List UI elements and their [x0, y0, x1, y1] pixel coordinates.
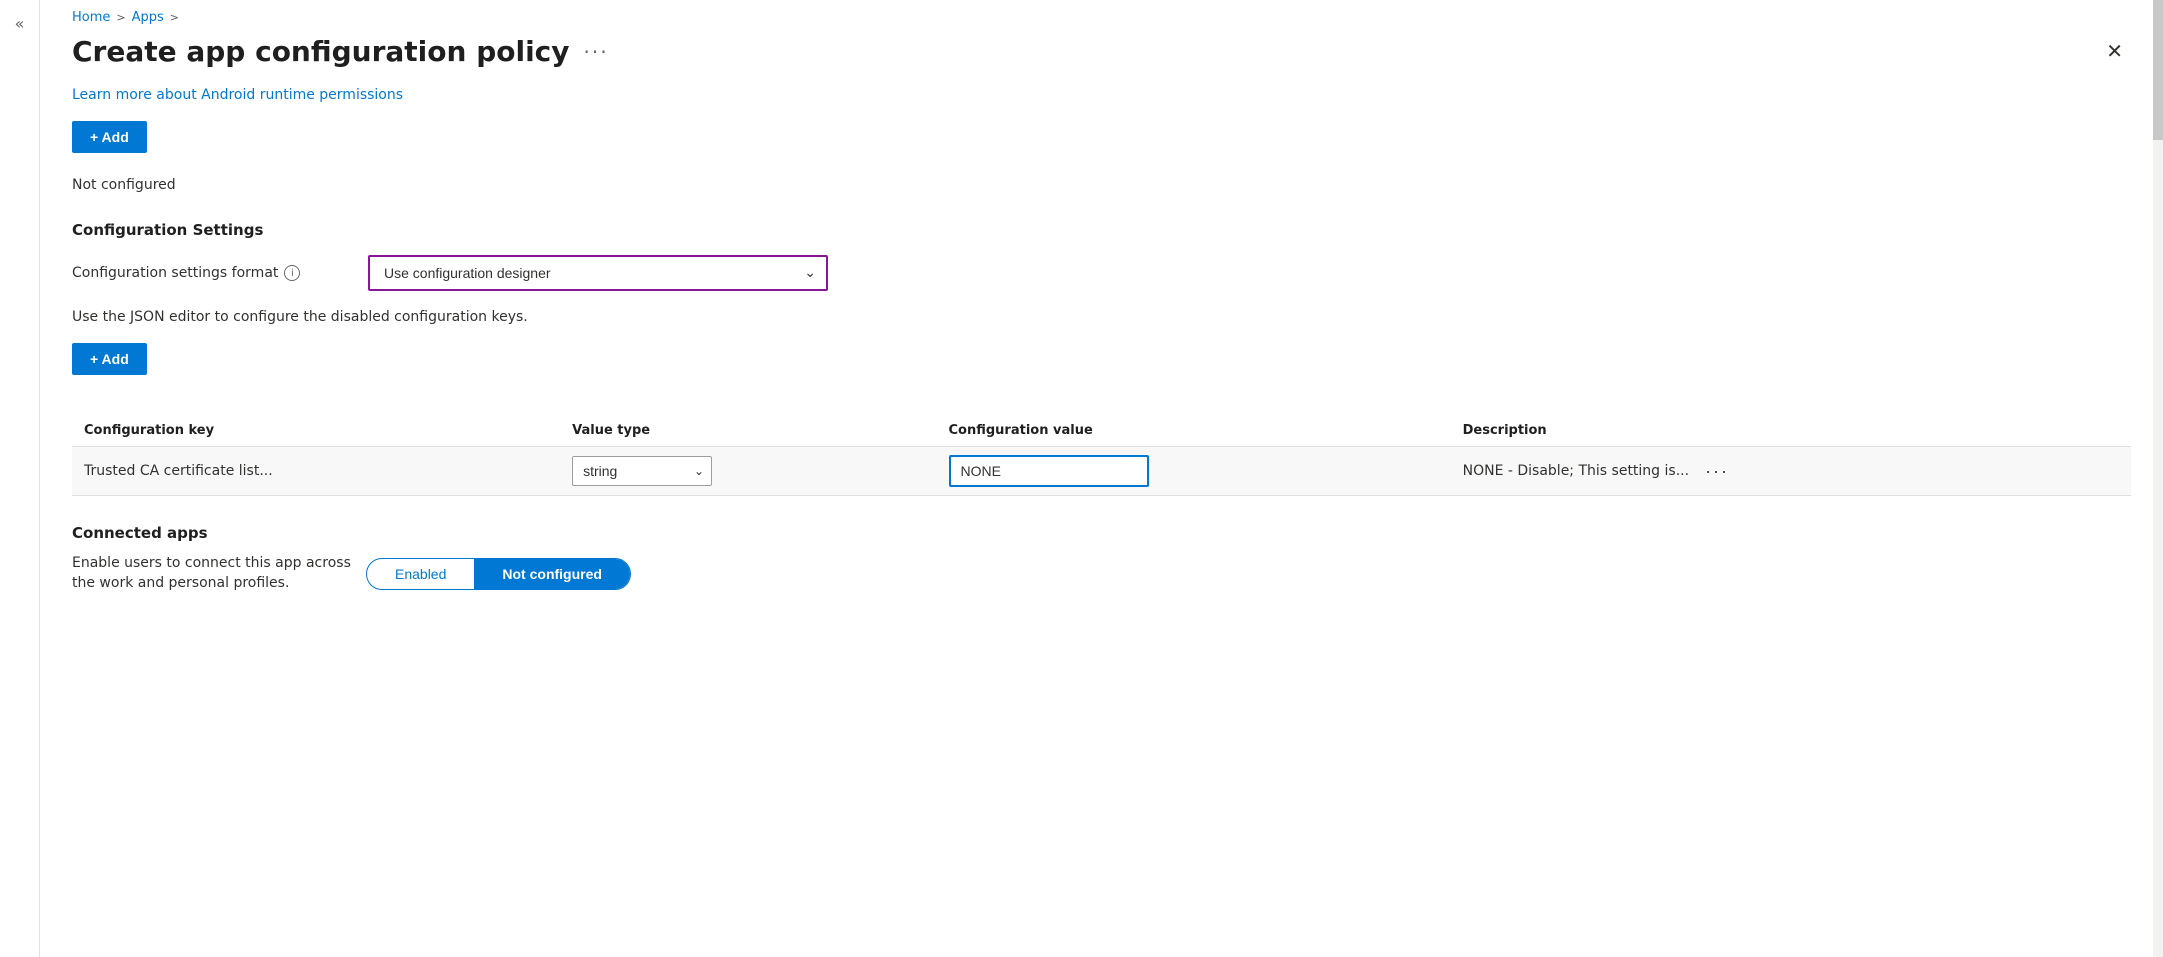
enable-connect-row: Enable users to connect this app across …: [72, 554, 2131, 593]
breadcrumb-apps[interactable]: Apps: [132, 10, 164, 25]
table-header-row: Configuration key Value type Configurati…: [72, 415, 2131, 447]
config-value-input[interactable]: [949, 455, 1149, 487]
add-button-1[interactable]: + Add: [72, 121, 147, 153]
configuration-table: Configuration key Value type Configurati…: [72, 415, 2131, 496]
toggle-not-configured-option[interactable]: Not configured: [474, 559, 630, 589]
toggle-group: Enabled Not configured: [366, 558, 631, 590]
learn-more-link[interactable]: Learn more about Android runtime permiss…: [72, 87, 403, 103]
collapse-sidebar-icon[interactable]: «: [15, 14, 25, 33]
breadcrumb-sep-2: >: [170, 11, 179, 24]
config-format-row: Configuration settings format i Use conf…: [72, 255, 2131, 291]
close-button[interactable]: ✕: [2098, 38, 2131, 66]
config-value-cell: [937, 447, 1451, 496]
col-header-description: Description: [1451, 415, 2131, 447]
config-format-dropdown[interactable]: Use configuration designer Enter JSON da…: [368, 255, 828, 291]
header-more-icon[interactable]: ···: [584, 40, 609, 64]
breadcrumb: Home > Apps >: [40, 0, 2163, 31]
connected-apps-title: Connected apps: [72, 524, 2131, 542]
config-format-label: Configuration settings format i: [72, 265, 352, 281]
add-button-2[interactable]: + Add: [72, 343, 147, 375]
value-type-cell: string integer boolean ⌄: [560, 447, 936, 496]
value-type-dropdown[interactable]: string integer boolean: [572, 456, 712, 486]
main-panel: Home > Apps > Create app configuration p…: [40, 0, 2163, 957]
description-cell: NONE - Disable; This setting is... ···: [1451, 447, 2131, 496]
description-text: NONE - Disable; This setting is...: [1463, 463, 1689, 479]
breadcrumb-home[interactable]: Home: [72, 10, 110, 25]
enable-connect-label: Enable users to connect this app across …: [72, 554, 352, 593]
config-format-info-icon[interactable]: i: [284, 265, 300, 281]
breadcrumb-sep-1: >: [116, 11, 125, 24]
row-more-button[interactable]: ···: [1699, 459, 1735, 484]
content-area: Learn more about Android runtime permiss…: [40, 84, 2163, 957]
not-configured-label: Not configured: [72, 177, 2131, 193]
value-type-select-wrapper: string integer boolean ⌄: [572, 456, 712, 486]
scrollbar-track: [2153, 0, 2163, 957]
connected-apps-section: Connected apps Enable users to connect t…: [72, 524, 2131, 593]
config-key-cell: Trusted CA certificate list...: [72, 447, 560, 496]
config-format-dropdown-wrapper: Use configuration designer Enter JSON da…: [368, 255, 828, 291]
configuration-settings-title: Configuration Settings: [72, 221, 2131, 239]
col-header-config-value: Configuration value: [937, 415, 1451, 447]
configuration-settings-section: Configuration Settings Configuration set…: [72, 221, 2131, 496]
col-header-value-type: Value type: [560, 415, 936, 447]
json-editor-hint: Use the JSON editor to configure the dis…: [72, 309, 2131, 325]
col-header-config-key: Configuration key: [72, 415, 560, 447]
table-row: Trusted CA certificate list... string in…: [72, 447, 2131, 496]
toggle-enabled-option[interactable]: Enabled: [367, 559, 474, 589]
page-header: Create app configuration policy ··· ✕: [40, 31, 2163, 84]
page-title: Create app configuration policy: [72, 35, 570, 68]
sidebar-collapse-panel: «: [0, 0, 40, 957]
scrollbar-thumb[interactable]: [2153, 0, 2163, 140]
